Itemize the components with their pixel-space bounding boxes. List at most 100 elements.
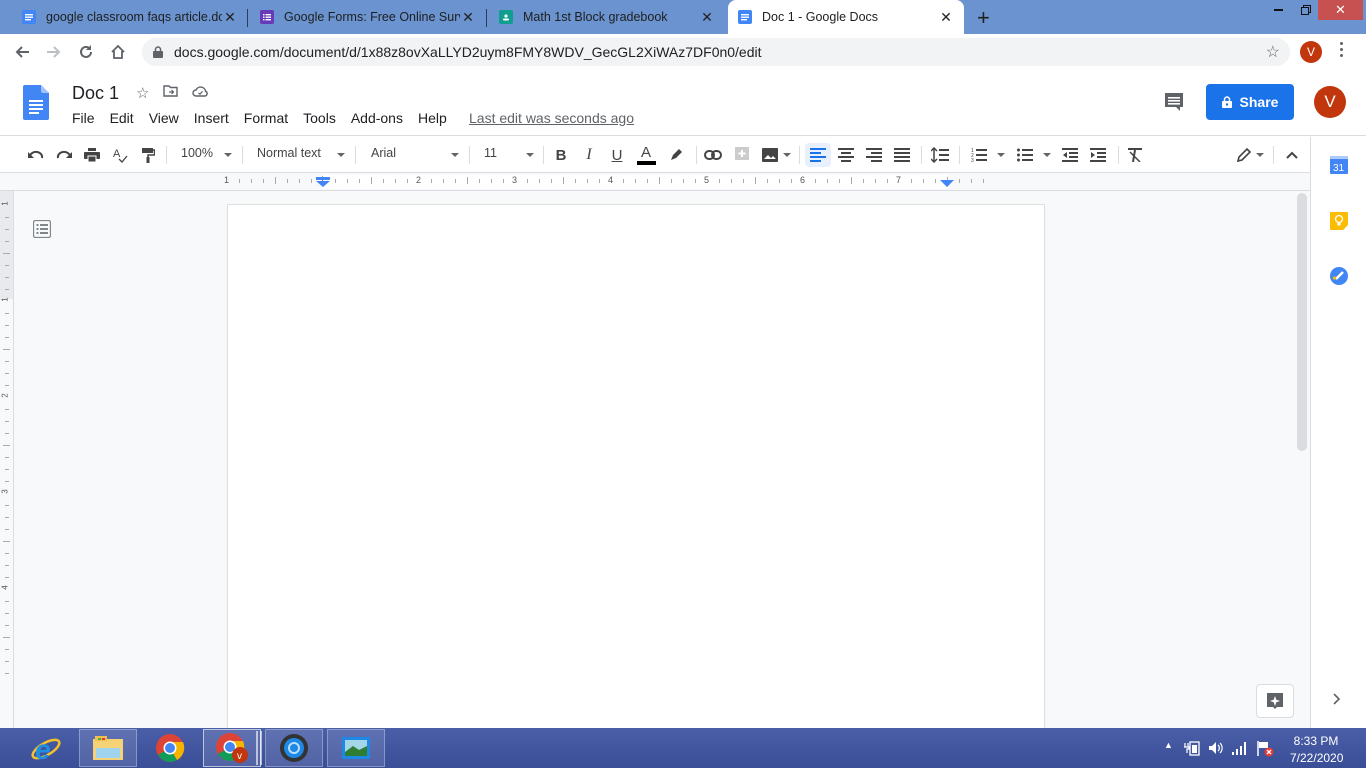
image-dropdown-icon[interactable] bbox=[783, 153, 791, 157]
font-dropdown-icon[interactable] bbox=[451, 153, 459, 157]
formatting-toolbar: A 100% Normal text Arial 11 B I U A 1 2 … bbox=[0, 137, 1310, 173]
system-clock[interactable]: 8:33 PM 7/22/2020 bbox=[1290, 733, 1343, 767]
clear-formatting-icon[interactable] bbox=[1123, 143, 1147, 167]
paint-format-icon[interactable] bbox=[136, 143, 160, 167]
star-icon[interactable]: ☆ bbox=[136, 84, 149, 102]
decrease-indent-icon[interactable] bbox=[1058, 143, 1082, 167]
align-left-button[interactable] bbox=[805, 143, 831, 167]
style-dropdown-icon[interactable] bbox=[337, 153, 345, 157]
reload-button[interactable] bbox=[74, 40, 98, 64]
italic-button[interactable]: I bbox=[577, 143, 601, 167]
bulleted-list-dropdown-icon[interactable] bbox=[1043, 153, 1051, 157]
left-indent-marker[interactable] bbox=[316, 177, 330, 187]
browser-profile-avatar[interactable]: V bbox=[1300, 41, 1322, 63]
docs-logo-icon[interactable] bbox=[23, 85, 49, 120]
battery-icon[interactable] bbox=[1184, 740, 1200, 759]
menu-help[interactable]: Help bbox=[418, 110, 447, 126]
insert-link-icon[interactable] bbox=[701, 143, 725, 167]
explore-button[interactable] bbox=[1256, 684, 1294, 718]
font-size-dropdown-icon[interactable] bbox=[526, 153, 534, 157]
comments-icon[interactable] bbox=[1164, 92, 1184, 117]
menu-edit[interactable]: Edit bbox=[110, 110, 134, 126]
account-avatar[interactable]: V bbox=[1314, 86, 1346, 118]
vertical-ruler[interactable]: 1 1 2 3 4 bbox=[0, 191, 14, 728]
numbered-list-icon[interactable]: 123 bbox=[967, 143, 991, 167]
menu-file[interactable]: File bbox=[72, 110, 95, 126]
zoom-dropdown-icon[interactable] bbox=[224, 153, 232, 157]
forward-button[interactable] bbox=[42, 40, 66, 64]
chrome-icon[interactable] bbox=[141, 729, 199, 767]
print-icon[interactable] bbox=[80, 143, 104, 167]
photos-app-icon[interactable] bbox=[327, 729, 385, 767]
show-side-panel-chevron-icon[interactable] bbox=[1333, 692, 1341, 710]
undo-icon[interactable] bbox=[24, 143, 48, 167]
text-color-button[interactable]: A bbox=[634, 143, 658, 167]
move-folder-icon[interactable] bbox=[163, 84, 179, 102]
right-indent-marker[interactable] bbox=[940, 180, 954, 188]
file-explorer-icon[interactable] bbox=[79, 729, 137, 767]
network-signal-icon[interactable] bbox=[1232, 740, 1248, 759]
minimize-button[interactable] bbox=[1266, 0, 1290, 20]
increase-indent-icon[interactable] bbox=[1086, 143, 1110, 167]
horizontal-ruler[interactable]: 11234567 bbox=[0, 173, 1310, 191]
spellcheck-icon[interactable]: A bbox=[108, 143, 132, 167]
editing-mode-icon[interactable] bbox=[1232, 143, 1256, 167]
vruler-label: 2 bbox=[0, 393, 10, 398]
back-button[interactable] bbox=[10, 40, 34, 64]
redo-icon[interactable] bbox=[52, 143, 76, 167]
address-bar[interactable]: docs.google.com/document/d/1x88z8ovXaLLY… bbox=[142, 38, 1290, 66]
browser-tab-1[interactable]: google classroom faqs article.doc ✕ bbox=[12, 0, 248, 34]
underline-button[interactable]: U bbox=[605, 143, 629, 167]
paragraph-style-select[interactable]: Normal text bbox=[257, 146, 321, 160]
align-right-button[interactable] bbox=[862, 143, 886, 167]
menu-tools[interactable]: Tools bbox=[303, 110, 336, 126]
menu-insert[interactable]: Insert bbox=[194, 110, 229, 126]
close-tab-icon[interactable]: ✕ bbox=[938, 9, 954, 26]
calendar-icon[interactable]: 31 bbox=[1330, 156, 1348, 174]
font-size-select[interactable]: 11 bbox=[484, 146, 497, 160]
editing-mode-dropdown-icon[interactable] bbox=[1256, 153, 1264, 157]
browser-menu-icon[interactable] bbox=[1340, 42, 1344, 60]
justify-button[interactable] bbox=[890, 143, 914, 167]
media-app-icon[interactable] bbox=[265, 729, 323, 767]
bulleted-list-icon[interactable] bbox=[1013, 143, 1037, 167]
add-comment-icon[interactable] bbox=[730, 143, 754, 167]
volume-icon[interactable] bbox=[1208, 740, 1224, 759]
close-tab-icon[interactable]: ✕ bbox=[222, 9, 238, 26]
menu-view[interactable]: View bbox=[149, 110, 179, 126]
chrome-profile-taskbar-button[interactable]: v bbox=[203, 729, 261, 767]
last-edit-link[interactable]: Last edit was seconds ago bbox=[469, 110, 634, 126]
browser-tab-4-active[interactable]: Doc 1 - Google Docs ✕ bbox=[728, 0, 964, 34]
document-title[interactable]: Doc 1 bbox=[72, 83, 119, 104]
share-button[interactable]: Share bbox=[1206, 84, 1294, 120]
vertical-scrollbar[interactable] bbox=[1297, 193, 1307, 451]
home-button[interactable] bbox=[106, 40, 130, 64]
new-tab-button[interactable]: + bbox=[977, 5, 990, 31]
tasks-icon[interactable] bbox=[1330, 267, 1348, 285]
document-outline-icon[interactable] bbox=[32, 219, 52, 239]
browser-tab-3[interactable]: Math 1st Block gradebook ✕ bbox=[489, 0, 725, 34]
menu-format[interactable]: Format bbox=[244, 110, 288, 126]
align-center-button[interactable] bbox=[834, 143, 858, 167]
browser-tab-2[interactable]: Google Forms: Free Online Survey ✕ bbox=[250, 0, 486, 34]
menu-add-ons[interactable]: Add-ons bbox=[351, 110, 403, 126]
keep-icon[interactable] bbox=[1330, 212, 1348, 230]
highlight-color-icon[interactable] bbox=[664, 143, 688, 167]
zoom-select[interactable]: 100% bbox=[181, 146, 213, 160]
action-center-flag-icon[interactable] bbox=[1256, 740, 1274, 760]
document-page[interactable] bbox=[228, 205, 1044, 735]
insert-image-icon[interactable] bbox=[758, 143, 782, 167]
show-hidden-icons[interactable]: ▲ bbox=[1164, 740, 1173, 750]
restore-button[interactable] bbox=[1294, 0, 1318, 20]
font-select[interactable]: Arial bbox=[371, 146, 396, 160]
bookmark-star-icon[interactable]: ☆ bbox=[1266, 42, 1280, 62]
line-spacing-icon[interactable] bbox=[928, 143, 952, 167]
close-window-button[interactable]: ✕ bbox=[1318, 0, 1363, 20]
close-tab-icon[interactable]: ✕ bbox=[699, 9, 715, 26]
internet-explorer-icon[interactable]: e bbox=[17, 729, 75, 767]
hide-menus-chevron-up-icon[interactable] bbox=[1280, 143, 1304, 167]
close-tab-icon[interactable]: ✕ bbox=[460, 9, 476, 26]
cloud-saved-icon[interactable] bbox=[192, 84, 209, 102]
numbered-list-dropdown-icon[interactable] bbox=[997, 153, 1005, 157]
bold-button[interactable]: B bbox=[549, 143, 573, 167]
